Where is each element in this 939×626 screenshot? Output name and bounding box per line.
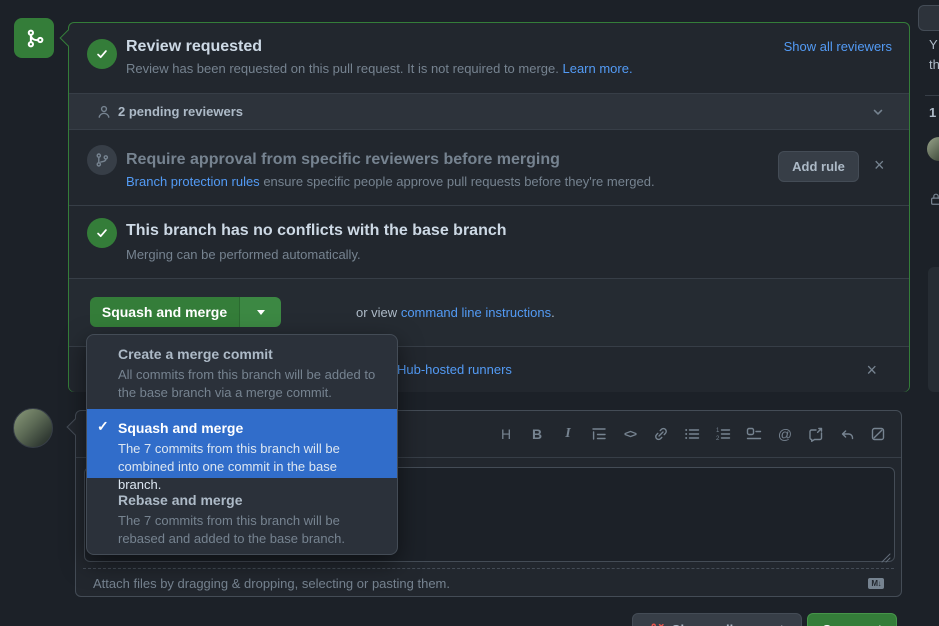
require-approval-subtitle: Branch protection rules ensure specific … — [126, 174, 655, 189]
merge-options-caret-button[interactable] — [239, 297, 281, 327]
fullscreen-icon[interactable] — [869, 425, 887, 443]
check-icon: ✓ — [97, 418, 109, 435]
sidebar-text-fragment: th — [929, 57, 939, 72]
chevron-down-icon[interactable] — [871, 105, 885, 119]
merge-options-dropdown: Create a merge commit All commits from t… — [86, 334, 398, 555]
require-approval-title: Require approval from specific reviewers… — [126, 151, 560, 169]
reply-icon[interactable] — [838, 425, 856, 443]
check-circle-icon — [87, 39, 117, 69]
code-icon[interactable]: <> — [621, 425, 639, 443]
review-requested-section: Review requested Review has been request… — [69, 23, 909, 93]
numbered-list-icon[interactable]: 1 2 — [714, 425, 732, 443]
sidebar-divider — [925, 95, 939, 96]
branch-protection-section: Require approval from specific reviewers… — [69, 130, 909, 205]
cli-instructions-text: or view command line instructions. — [356, 305, 555, 320]
menu-item-rebase-and-merge[interactable]: Rebase and merge The 7 commits from this… — [87, 478, 397, 555]
attach-files-area[interactable]: Attach files by dragging & dropping, sel… — [83, 568, 894, 597]
bulleted-list-icon[interactable] — [683, 425, 701, 443]
italic-icon[interactable]: I — [559, 425, 577, 443]
close-pull-request-button[interactable]: Close pull request — [632, 613, 802, 626]
resize-handle[interactable] — [881, 553, 891, 563]
squash-and-merge-button[interactable]: Squash and merge — [90, 297, 239, 327]
sidebar-count-fragment: 1 — [929, 105, 936, 120]
dismiss-banner-icon[interactable]: × — [866, 361, 877, 379]
no-conflicts-title: This branch has no conflicts with the ba… — [126, 222, 507, 240]
no-conflicts-section: This branch has no conflicts with the ba… — [69, 205, 909, 278]
git-merge-icon — [14, 18, 54, 58]
squash-merge-button-group: Squash and merge — [90, 297, 281, 327]
task-list-icon[interactable] — [745, 425, 763, 443]
user-avatar — [13, 408, 53, 448]
menu-item-squash-and-merge[interactable]: ✓ Squash and merge The 7 commits from th… — [87, 409, 397, 478]
pending-reviewers-label: 2 pending reviewers — [118, 104, 243, 119]
person-icon — [96, 104, 112, 120]
git-branch-icon — [87, 145, 117, 175]
menu-item-create-merge-commit[interactable]: Create a merge commit All commits from t… — [87, 335, 397, 409]
dismiss-rule-icon[interactable]: × — [874, 156, 885, 174]
cross-reference-icon[interactable] — [807, 425, 825, 443]
caret-down-icon — [257, 310, 265, 315]
pull-request-closed-icon — [650, 622, 665, 626]
check-circle-icon — [87, 218, 117, 248]
heading-icon[interactable]: H — [497, 425, 515, 443]
branch-protection-rules-link[interactable]: Branch protection rules — [126, 174, 260, 189]
lock-icon — [929, 192, 939, 206]
no-conflicts-subtitle: Merging can be performed automatically. — [126, 247, 361, 262]
command-line-instructions-link[interactable]: command line instructions — [401, 305, 551, 320]
sidebar-panel-fragment — [928, 267, 939, 392]
mention-icon[interactable]: @ — [776, 425, 794, 443]
pending-reviewers-row[interactable]: 2 pending reviewers — [69, 93, 909, 130]
review-requested-title: Review requested — [126, 38, 262, 56]
show-all-reviewers-link[interactable]: Show all reviewers — [784, 39, 892, 54]
comment-button[interactable]: Comment — [807, 613, 897, 626]
link-icon[interactable] — [652, 425, 670, 443]
sidebar-text-fragment: Y — [929, 37, 938, 52]
hosted-runners-link[interactable]: Hub-hosted runners — [397, 362, 512, 377]
svg-text:1: 1 — [716, 428, 720, 434]
bold-icon[interactable]: B — [528, 425, 546, 443]
attach-files-label: Attach files by dragging & dropping, sel… — [93, 576, 450, 591]
review-requested-subtitle: Review has been requested on this pull r… — [126, 61, 633, 76]
svg-text:2: 2 — [716, 436, 720, 442]
learn-more-link[interactable]: Learn more. — [562, 61, 632, 76]
markdown-icon: M↓ — [868, 578, 884, 589]
sidebar-avatar-fragment — [927, 137, 939, 161]
add-rule-button[interactable]: Add rule — [778, 151, 859, 182]
pull-request-merge-page: Review requested Review has been request… — [0, 0, 939, 626]
sidebar-button-fragment[interactable] — [918, 5, 939, 31]
quote-icon[interactable] — [590, 425, 608, 443]
